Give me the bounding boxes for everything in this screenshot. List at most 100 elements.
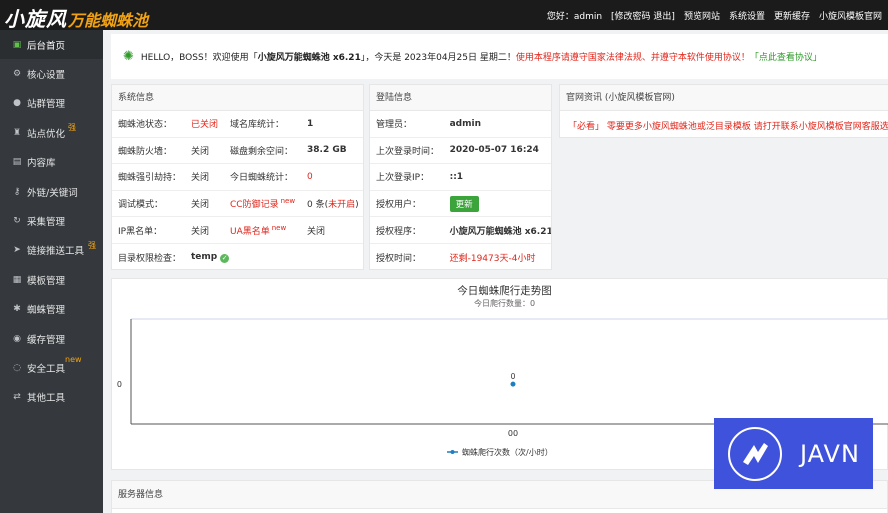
panel-title: 登陆信息: [370, 85, 551, 111]
table-row: 上次登录时间： 2020-05-07 16:24: [370, 138, 551, 165]
domain-count-label: 域名库统计：: [230, 120, 285, 131]
hijack-label: 蜘蛛强引劫持：: [118, 173, 182, 184]
sidebar-item-content-library[interactable]: ▤ 内容库: [0, 148, 103, 177]
legend-marker: [450, 450, 455, 454]
sidebar-item-cache[interactable]: ◉ 缓存管理: [0, 324, 103, 353]
spider-pool-status-value: 已关闭: [191, 120, 219, 131]
document-icon: ▤: [12, 157, 22, 168]
sidebar-item-security[interactable]: ◌ 安全工具 new: [0, 353, 103, 382]
cc-count-text: 0 条(: [307, 200, 329, 211]
sidebar-item-other-tools[interactable]: ⇄ 其他工具: [0, 383, 103, 412]
template-official-site-link[interactable]: 小旋风模板官网: [819, 9, 882, 22]
dir-permission-label: 目录权限检查：: [118, 253, 182, 264]
disk-space-value: 38.2 GB: [307, 145, 347, 156]
cc-defense-value: 0 条(未开启): [301, 197, 361, 210]
sidebar-item-link-push[interactable]: ➤ 链接推送工具 强: [0, 236, 103, 265]
cache-icon: ◉: [13, 333, 21, 344]
sidebar-item-label: 蜘蛛管理: [27, 305, 66, 317]
sidebar-item-links-keywords[interactable]: ⚷ 外链/关键词: [0, 177, 103, 206]
change-password-logout-link[interactable]: [修改密码 退出]: [611, 9, 675, 22]
send-icon: ➤: [13, 245, 21, 256]
sidebar-item-label: 链接推送工具: [27, 246, 85, 258]
table-row: 上次登录IP： ::1: [370, 164, 551, 191]
last-login-time-label: 上次登录时间：: [376, 146, 440, 157]
sidebar-item-spiders[interactable]: ✱ 蜘蛛管理: [0, 295, 103, 324]
legend-label: 蜘蛛爬行次数（次/小时）: [462, 447, 553, 457]
last-login-time-value: 2020-05-07 16:24: [449, 145, 539, 156]
table-row: 授权时间： 还剩-19473天-4小时: [370, 244, 551, 271]
license-time-label: 授权时间：: [376, 253, 422, 264]
date-text: 」，今天是 2023年04月25日 星期二！: [360, 53, 516, 63]
update-button[interactable]: 更新: [449, 195, 479, 212]
sidebar: ▣ 后台首页 ⚙ 核心设置 ● 站群管理 ♜ 站点优化 强 ▤ 内容库 ⚷ 外链…: [0, 30, 103, 513]
sidebar-item-site-optimization[interactable]: ♜ 站点优化 强: [0, 118, 103, 147]
table-row: 管理员： admin: [370, 111, 551, 138]
spider-pool-status-label: 蜘蛛池状态：: [118, 120, 173, 131]
new-badge: new: [65, 355, 82, 365]
today-spider-value: 0: [307, 171, 313, 182]
ua-blacklist-label: UA黑名单: [230, 226, 270, 237]
ip-blacklist-label: IP黑名单：: [118, 226, 163, 237]
sidebar-item-label: 内容库: [27, 158, 56, 170]
admin-value: admin: [449, 118, 481, 129]
table-row: 蜘蛛强引劫持： 关闭 今日蜘蛛统计： 0: [112, 164, 363, 191]
hot-badge: 强: [88, 240, 96, 250]
firewall-label: 蜘蛛防火墙：: [118, 146, 173, 157]
grid-icon: ▦: [12, 274, 22, 285]
dir-permission-text: temp: [191, 251, 218, 262]
gear-icon: ⚙: [12, 69, 22, 80]
sidebar-item-dashboard[interactable]: ▣ 后台首页: [0, 30, 103, 60]
today-spider-label: 今日蜘蛛统计：: [230, 173, 294, 184]
sidebar-item-collection[interactable]: ↻ 采集管理: [0, 206, 103, 235]
official-news-link[interactable]: 「必看」 零要更多小旋风蜘蛛池或泛目录模板 请打开联系小旋风模板官网客服选购（官: [560, 111, 888, 132]
greeting-text: 您好：admin: [546, 12, 603, 22]
cc-defense-log-link[interactable]: CC防御记录 new: [224, 197, 301, 210]
home-icon: ▣: [12, 39, 22, 50]
system-info-panel: 系统信息 蜘蛛池状态： 已关闭 域名库统计： 1 蜘蛛防火墙： 关闭 磁盘剩余空…: [111, 84, 364, 270]
license-time-value: 还剩-19473天-4小时: [449, 253, 536, 264]
new-tag: new: [280, 197, 296, 206]
table-row: 授权程序： 小旋风万能蜘蛛池 x6.21: [370, 217, 551, 244]
sidebar-item-core-settings[interactable]: ⚙ 核心设置: [0, 59, 103, 88]
javn-logo-icon: [728, 427, 782, 481]
logo[interactable]: 小旋风 万能蜘蛛池: [4, 3, 148, 31]
sidebar-item-label: 站群管理: [27, 99, 66, 111]
update-cache-link[interactable]: 更新缓存: [774, 9, 810, 22]
ua-blacklist-link[interactable]: UA黑名单 new: [224, 224, 301, 237]
sidebar-item-label: 站点优化: [27, 128, 66, 140]
sidebar-item-templates[interactable]: ▦ 模板管理: [0, 265, 103, 294]
sidebar-item-site-group[interactable]: ● 站群管理: [0, 89, 103, 118]
domain-count-value: 1: [307, 118, 314, 129]
admin-label: 管理员：: [376, 120, 413, 131]
table-row: 蜘蛛池状态： 已关闭 域名库统计： 1: [112, 111, 363, 138]
system-settings-link[interactable]: 系统设置: [729, 9, 765, 22]
panel-title: 系统信息: [112, 85, 363, 111]
hijack-value: 关闭: [191, 173, 210, 184]
x-tick-label: 00: [508, 429, 518, 438]
cc-status-text: 未开启: [328, 200, 356, 211]
top-bar: 小旋风 万能蜘蛛池 您好：admin [修改密码 退出] 预览网站 系统设置 更…: [0, 0, 888, 31]
sidebar-item-label: 模板管理: [27, 275, 66, 287]
debug-mode-value: 关闭: [191, 200, 210, 211]
sidebar-item-label: 缓存管理: [27, 334, 66, 346]
ua-blacklist-value: 关闭: [307, 226, 326, 237]
key-icon: ⚷: [13, 186, 21, 197]
licensed-user-label: 授权用户：: [376, 200, 422, 211]
javn-logo-mark: [743, 443, 768, 465]
sun-icon: ✺: [123, 49, 134, 64]
product-name: 小旋风万能蜘蛛池 x6.21: [257, 53, 361, 63]
plot-area: [131, 319, 888, 424]
top-nav: 您好：admin [修改密码 退出] 预览网站 系统设置 更新缓存 小旋风模板官…: [547, 9, 882, 22]
preview-site-link[interactable]: 预览网站: [684, 9, 720, 22]
table-row: 授权用户： 更新: [370, 191, 551, 218]
last-login-ip-label: 上次登录IP：: [376, 173, 430, 184]
shuffle-icon: ⇄: [13, 392, 21, 403]
official-news-panel: 官网资讯 (小旋风模板官网) 「必看」 零要更多小旋风蜘蛛池或泛目录模板 请打开…: [559, 84, 888, 138]
bulb-icon: ◌: [13, 362, 21, 373]
licensed-program-label: 授权程序：: [376, 226, 422, 237]
javn-watermark: JAVN: [714, 418, 873, 489]
bug-icon: ✱: [13, 304, 21, 315]
view-agreement-link[interactable]: 「点此查看协议」: [750, 50, 822, 63]
user-icon: ●: [13, 98, 21, 109]
sidebar-item-label: 安全工具: [27, 363, 66, 375]
